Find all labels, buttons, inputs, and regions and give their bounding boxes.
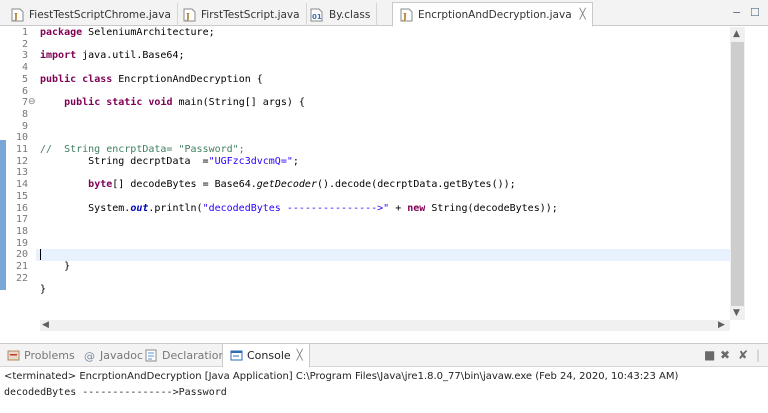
scroll-down-icon[interactable]: ▼: [733, 308, 740, 318]
tab-encryption-and-decryption[interactable]: J EncrptionAndDecryption.java ╳: [392, 2, 593, 27]
code-line: public class EncrptionAndDecryption {: [40, 73, 263, 85]
tab-label: FirstTestScript.java: [201, 8, 300, 21]
console-process-status: <terminated> EncrptionAndDecryption [Jav…: [4, 371, 679, 382]
line-number: 9: [21, 120, 28, 132]
code-area[interactable]: package SeleniumArchitecture; import jav…: [36, 27, 730, 320]
minimize-icon[interactable]: −: [732, 6, 741, 19]
line-number: 18: [15, 225, 28, 237]
tab-label: By.class: [329, 8, 371, 21]
line-number: 17: [15, 214, 28, 226]
line-number: 11: [15, 144, 28, 155]
line-number: 19: [15, 237, 28, 249]
fold-marker-icon[interactable]: ⊖: [28, 97, 36, 107]
console-icon: [229, 349, 243, 363]
scroll-left-icon[interactable]: ◀: [42, 320, 49, 330]
code-line: }: [40, 284, 47, 296]
svg-text:J: J: [185, 11, 190, 21]
tab-label: EncrptionAndDecryption.java: [418, 8, 572, 21]
line-number: 6: [21, 85, 28, 97]
close-icon[interactable]: ╳: [580, 9, 586, 20]
bottom-panel-tab-bar: Problems @ Javadoc Declaration Console ╳…: [0, 343, 768, 367]
line-number: 5: [21, 73, 28, 85]
code-editor[interactable]: 1 2 3 4 5 6 7 ⊖ 8 9 10 11 12 13 14 15 16…: [0, 27, 768, 331]
svg-text:01: 01: [312, 13, 322, 21]
declaration-icon: [144, 349, 158, 363]
tab-declaration[interactable]: Declaration: [144, 344, 225, 367]
console-view[interactable]: <terminated> EncrptionAndDecryption [Jav…: [0, 368, 768, 413]
horizontal-scrollbar[interactable]: ◀ ▶: [40, 320, 730, 331]
svg-text:J: J: [13, 11, 18, 21]
line-number: 1: [21, 27, 28, 38]
line-number: 3: [21, 50, 28, 62]
line-number: 20: [15, 249, 28, 261]
svg-text:@: @: [84, 350, 95, 362]
close-icon[interactable]: ╳: [297, 350, 303, 361]
code-line: byte[] decodeBytes = Base64.getDecoder()…: [88, 179, 516, 191]
tab-problems[interactable]: Problems: [6, 344, 75, 367]
java-file-icon: J: [10, 8, 24, 22]
vertical-scrollbar-thumb[interactable]: [731, 42, 744, 306]
code-line: }: [40, 261, 71, 272]
tab-javadoc[interactable]: @ Javadoc: [82, 344, 144, 367]
line-number: 2: [21, 38, 28, 50]
line-number-gutter: 1 2 3 4 5 6 7 ⊖ 8 9 10 11 12 13 14 15 16…: [0, 27, 36, 320]
tab-console[interactable]: Console ╳: [222, 344, 310, 367]
javadoc-icon: @: [82, 349, 96, 363]
java-file-icon: J: [399, 8, 413, 22]
code-line: import java.util.Base64;: [40, 50, 185, 62]
terminate-icon[interactable]: ■: [704, 348, 715, 362]
current-line-highlight: [36, 249, 730, 261]
scroll-right-icon[interactable]: ▶: [718, 320, 725, 330]
svg-text:J: J: [402, 11, 407, 21]
tab-label: FiestTestScriptChrome.java: [29, 8, 171, 21]
text-caret: [40, 249, 41, 261]
java-file-icon: J: [182, 8, 196, 22]
line-number: 14: [15, 179, 28, 191]
line-number: 13: [15, 167, 28, 179]
remove-launch-icon[interactable]: ✖: [720, 348, 730, 362]
line-number: 10: [15, 132, 28, 144]
code-line: String decrptData ="UGFzc3dvcmQ=";: [40, 155, 299, 167]
line-number: 16: [15, 202, 28, 214]
line-number: 4: [21, 62, 28, 74]
editor-tab-bar: J FiestTestScriptChrome.java J FirstTest…: [0, 0, 768, 27]
remove-all-terminated-icon[interactable]: ✘: [738, 348, 748, 362]
code-line: package SeleniumArchitecture;: [40, 27, 215, 38]
line-number: 7: [21, 97, 28, 109]
code-line: System.out.println("decodedBytes -------…: [40, 202, 558, 214]
console-output: decodedBytes --------------->Password: [4, 387, 227, 398]
tab-fiest-test-script-chrome[interactable]: J FiestTestScriptChrome.java: [4, 3, 178, 26]
line-number: 22: [15, 272, 28, 284]
problems-icon: [6, 349, 20, 363]
tab-first-test-script[interactable]: J FirstTestScript.java: [176, 3, 307, 26]
code-line: // String encrptData= "Password";: [40, 144, 245, 155]
class-file-icon: 01: [310, 8, 324, 22]
code-line: public static void main(String[] args) {: [64, 97, 305, 109]
line-number: 12: [15, 155, 28, 167]
line-number: 15: [15, 190, 28, 202]
tab-by-class[interactable]: 01 By.class: [304, 3, 378, 26]
toolbar-divider: |: [756, 348, 761, 362]
line-number: 8: [21, 108, 28, 120]
line-number: 21: [15, 261, 28, 272]
scroll-up-icon[interactable]: ▲: [733, 29, 740, 39]
maximize-icon[interactable]: ☐: [750, 6, 760, 19]
